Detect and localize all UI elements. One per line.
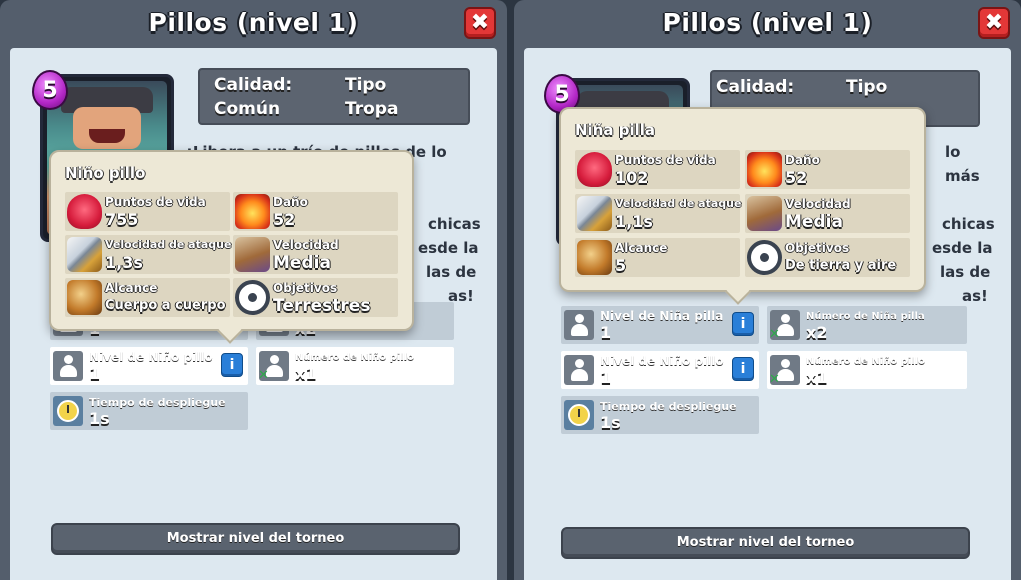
nino-pillo-level-row: Nivel de Niño pillo 1 i xyxy=(561,351,759,389)
popup-title: Niña pilla xyxy=(575,121,656,139)
quality-type-box: Calidad: Tipo Común Tropa xyxy=(198,68,470,125)
type-label: Tipo xyxy=(846,77,888,97)
row-value: x1 xyxy=(806,367,828,387)
sword-icon xyxy=(577,196,612,231)
card-info-panel-right: Pillos (nivel 1) ✖ 5 Calidad: Tipo lo má… xyxy=(514,0,1021,580)
target-icon xyxy=(235,280,270,315)
quality-label: Calidad: xyxy=(214,75,293,95)
row-value: x1 xyxy=(295,363,317,383)
quality-value: Común xyxy=(214,99,281,119)
info-button[interactable]: i xyxy=(221,353,243,377)
stat-range: Alcance Cuerpo a cuerpo xyxy=(65,278,230,317)
quality-label: Calidad: xyxy=(716,77,795,97)
stat-attack-speed: Velocidad de ataque 1,3s xyxy=(65,235,231,274)
stat-speed: Velocidad Media xyxy=(233,235,398,274)
row-title: Nivel de Niño pillo xyxy=(600,353,724,368)
show-tournament-level-button[interactable]: Mostrar nivel del torneo xyxy=(561,527,970,559)
row-title: Número de Niña pilla xyxy=(806,310,925,322)
elixir-cost-icon: 5 xyxy=(32,70,68,110)
bow-icon xyxy=(67,280,102,315)
person-icon xyxy=(53,351,83,381)
speed-icon xyxy=(235,237,270,272)
clock-icon xyxy=(53,396,83,426)
person-icon xyxy=(564,310,594,340)
panel-title: Pillos (nivel 1) xyxy=(662,8,873,37)
nina-pilla-level-row: Nivel de Niña pilla 1 i xyxy=(561,306,759,344)
row-value: 1 xyxy=(600,367,612,387)
card-info-panel-left: Pillos (nivel 1) ✖ 5 Calidad: Tipo Común… xyxy=(0,0,507,580)
stat-attack-speed: Velocidad de ataque 1,1s xyxy=(575,194,741,233)
close-button[interactable]: ✖ xyxy=(464,7,496,39)
unit-stats-popup: Niña pilla Puntos de vida 102 Daño 52 Ve… xyxy=(559,107,926,305)
unit-stats-popup: Niño pillo Puntos de vida 755 Daño 52 Ve… xyxy=(49,150,414,344)
elixir-cost: 5 xyxy=(42,77,58,103)
type-label: Tipo xyxy=(345,75,387,95)
row-value: 1s xyxy=(600,412,621,432)
deploy-time-row: Tiempo de despliegue 1s xyxy=(50,392,248,430)
person-icon: ✕ xyxy=(769,310,800,342)
stat-targets: Objetivos Terrestres xyxy=(233,278,398,317)
type-value: Tropa xyxy=(345,99,399,119)
target-icon xyxy=(747,240,782,275)
nino-pillo-count-row: ✕ Número de Niño pillo x1 xyxy=(256,347,454,385)
row-title: Nivel de Niña pilla xyxy=(600,308,724,323)
row-title: Tiempo de despliegue xyxy=(600,399,737,413)
show-tournament-level-button[interactable]: Mostrar nivel del torneo xyxy=(51,523,460,555)
close-icon: ✖ xyxy=(984,10,1004,35)
person-icon xyxy=(564,355,594,385)
person-icon: ✕ xyxy=(769,355,800,387)
row-title: Tiempo de despliegue xyxy=(89,395,226,409)
close-button[interactable]: ✖ xyxy=(978,7,1010,39)
stat-range: Alcance 5 xyxy=(575,238,740,277)
damage-icon xyxy=(235,194,270,229)
damage-icon xyxy=(747,152,782,187)
popup-title: Niño pillo xyxy=(65,164,146,182)
person-icon: ✕ xyxy=(258,351,289,383)
info-button[interactable]: i xyxy=(732,312,754,336)
nino-pillo-count-row: ✕ Número de Niño pillo x1 xyxy=(767,351,967,389)
bow-icon xyxy=(577,240,612,275)
row-value: 1 xyxy=(89,363,101,383)
heart-icon xyxy=(67,194,102,229)
stat-hitpoints: Puntos de vida 755 xyxy=(65,192,230,231)
heart-icon xyxy=(577,152,612,187)
row-title: Nivel de Niño pillo xyxy=(89,349,213,364)
stat-damage: Daño 52 xyxy=(233,192,398,231)
row-value: x2 xyxy=(806,322,828,342)
nino-pillo-level-row: Nivel de Niño pillo 1 i xyxy=(50,347,248,385)
speed-icon xyxy=(747,196,782,231)
clock-icon xyxy=(564,400,594,430)
stat-speed: Velocidad Media xyxy=(745,194,910,233)
elixir-cost: 5 xyxy=(554,81,570,107)
row-value: 1 xyxy=(600,322,612,342)
stat-hitpoints: Puntos de vida 102 xyxy=(575,150,740,189)
row-title: Número de Niño pillo xyxy=(806,355,925,367)
row-value: 1s xyxy=(89,408,110,428)
nina-pilla-count-row: ✕ Número de Niña pilla x2 xyxy=(767,306,967,344)
stat-damage: Daño 52 xyxy=(745,150,910,189)
stat-targets: Objetivos De tierra y aire xyxy=(745,238,910,277)
close-icon: ✖ xyxy=(470,10,490,35)
panel-title: Pillos (nivel 1) xyxy=(148,8,359,37)
row-title: Número de Niño pillo xyxy=(295,351,414,363)
deploy-time-row: Tiempo de despliegue 1s xyxy=(561,396,759,434)
info-button[interactable]: i xyxy=(732,357,754,381)
sword-icon xyxy=(67,237,102,272)
